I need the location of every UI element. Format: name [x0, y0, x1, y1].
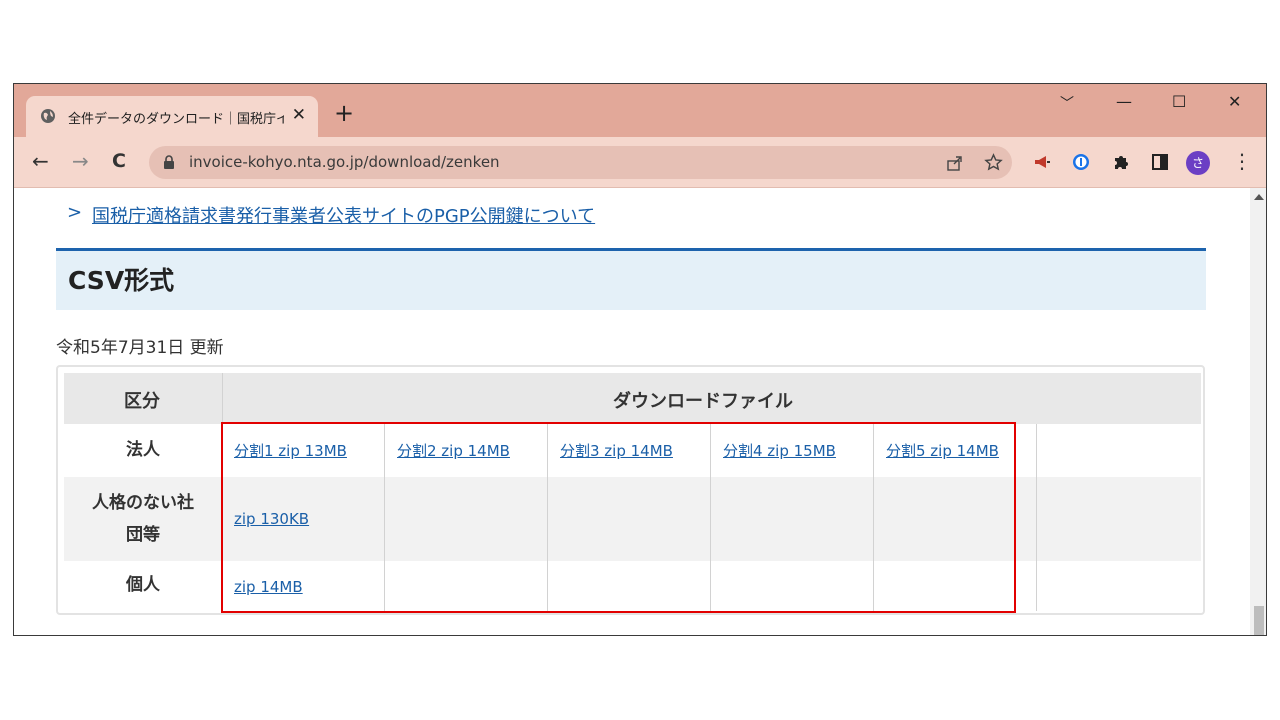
url-text: invoice-kohyo.nta.go.jp/download/zenken — [189, 153, 500, 171]
header-category: 区分 — [124, 391, 160, 412]
download-link[interactable]: 分割2 zip 14MB — [397, 440, 510, 461]
back-button[interactable]: ← — [32, 150, 49, 172]
side-panel-icon[interactable] — [1150, 152, 1170, 172]
pgp-key-link[interactable]: 国税庁適格請求書発行事業者公表サイトのPGP公開鍵について — [92, 202, 595, 228]
section-header: CSV形式 — [56, 248, 1206, 310]
column-divider — [710, 424, 711, 611]
window-close-button[interactable]: ✕ — [1228, 92, 1241, 111]
bookmark-star-icon[interactable] — [984, 153, 1003, 172]
row-label: 法人 — [126, 440, 160, 460]
download-link[interactable]: zip 130KB — [234, 510, 309, 528]
tab-search-icon[interactable]: ﹀ — [1060, 93, 1074, 113]
address-bar[interactable]: invoice-kohyo.nta.go.jp/download/zenken — [149, 146, 1012, 179]
row-label: 個人 — [126, 575, 160, 595]
table-row: 法人 分割1 zip 13MB 分割2 zip 14MB 分割3 zip 14M… — [64, 424, 1201, 477]
browser-toolbar: ← → C invoice-kohyo.nta.go.jp/download/z… — [14, 137, 1266, 188]
scrollbar-thumb[interactable] — [1254, 606, 1264, 635]
browser-tab[interactable]: 全件データのダウンロード｜国税庁イン ✕ — [26, 96, 318, 137]
header-download-cell: ダウンロードファイル — [223, 373, 1201, 424]
reload-button[interactable]: C — [112, 150, 126, 172]
tab-title: 全件データのダウンロード｜国税庁イン — [68, 112, 284, 127]
vertical-scrollbar[interactable] — [1250, 188, 1266, 635]
megaphone-icon[interactable] — [1032, 152, 1052, 172]
forward-button[interactable]: → — [72, 150, 89, 172]
close-icon[interactable]: ✕ — [292, 105, 306, 125]
download-link[interactable]: 分割4 zip 15MB — [723, 440, 836, 461]
page-content: > 国税庁適格請求書発行事業者公表サイトのPGP公開鍵について CSV形式 令和… — [14, 188, 1250, 635]
title-bar: 全件データのダウンロード｜国税庁イン ✕ + ﹀ — ☐ ✕ — [14, 84, 1266, 137]
row-label-line2: 団等 — [126, 525, 160, 545]
row-label-line1: 人格のない社 — [92, 493, 194, 513]
download-table: 区分 ダウンロードファイル 法人 分割1 zip 13MB 分割2 zip 14… — [56, 365, 1205, 615]
column-divider — [1036, 424, 1037, 611]
minimize-button[interactable]: — — [1116, 92, 1132, 111]
globe-icon — [41, 109, 55, 123]
download-link[interactable]: zip 14MB — [234, 578, 303, 596]
download-link[interactable]: 分割1 zip 13MB — [234, 440, 347, 461]
section-title: CSV形式 — [68, 266, 175, 295]
browser-window: 全件データのダウンロード｜国税庁イン ✕ + ﹀ — ☐ ✕ ← → C inv… — [13, 83, 1267, 636]
password-manager-icon[interactable] — [1071, 152, 1091, 172]
chevron-right-icon: > — [67, 202, 83, 223]
column-divider — [547, 424, 548, 611]
updated-date: 令和5年7月31日 更新 — [56, 338, 224, 358]
share-icon[interactable] — [946, 154, 964, 172]
column-divider — [384, 424, 385, 611]
table-row: 個人 zip 14MB — [64, 561, 1201, 611]
header-download: ダウンロードファイル — [613, 391, 793, 412]
column-divider — [222, 373, 223, 611]
chrome-menu-icon[interactable]: ⋮ — [1232, 150, 1252, 172]
lock-icon — [164, 155, 174, 169]
table-row: 人格のない社 団等 zip 130KB — [64, 477, 1201, 561]
profile-avatar[interactable]: さ — [1186, 151, 1210, 175]
download-link[interactable]: 分割5 zip 14MB — [886, 440, 999, 461]
extensions-puzzle-icon[interactable] — [1111, 152, 1131, 172]
new-tab-button[interactable]: + — [334, 101, 354, 125]
scroll-up-arrow-icon[interactable] — [1254, 194, 1264, 200]
header-category-cell: 区分 — [64, 373, 222, 424]
maximize-button[interactable]: ☐ — [1172, 92, 1186, 111]
column-divider — [873, 424, 874, 611]
download-link[interactable]: 分割3 zip 14MB — [560, 440, 673, 461]
